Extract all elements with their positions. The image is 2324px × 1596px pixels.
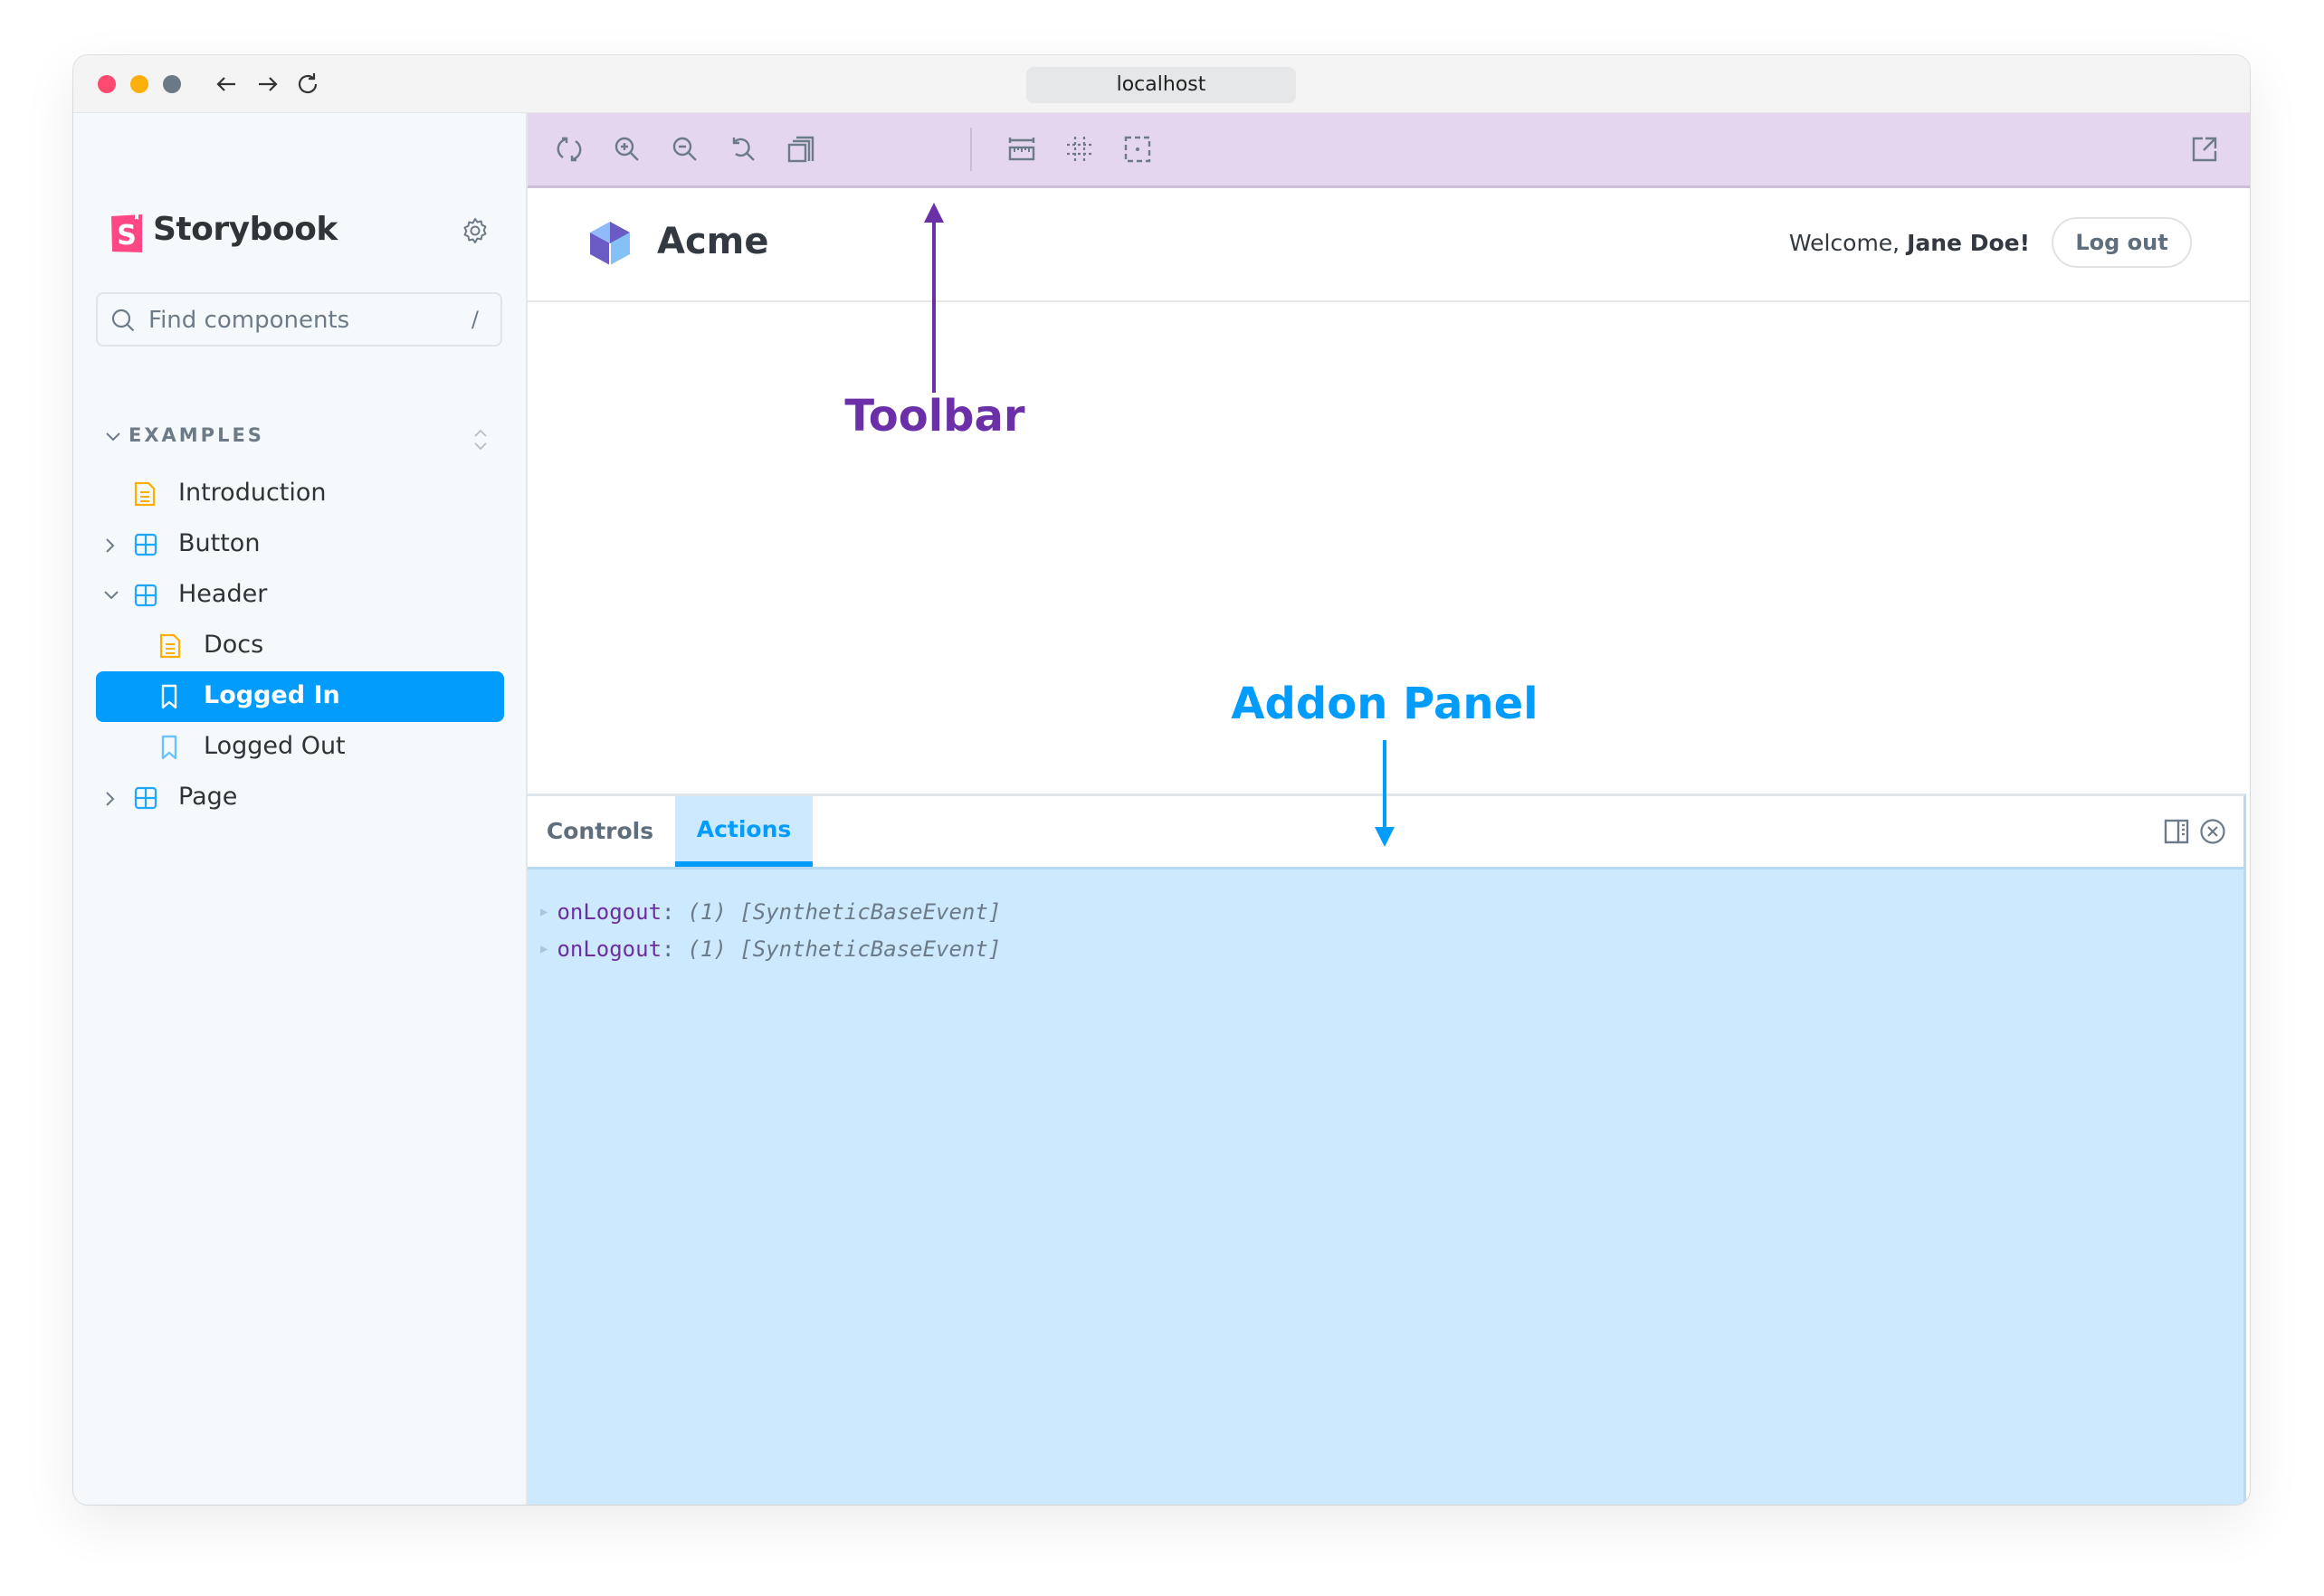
expand-triangle-icon[interactable]: ▶	[540, 905, 548, 919]
back-icon[interactable]	[212, 70, 241, 99]
chevron-right-icon	[106, 538, 115, 553]
acme-cube-logo-icon	[590, 222, 630, 265]
reset-zoom-icon[interactable]	[729, 135, 757, 164]
addon-panel: Controls Actions ▶ onLogout: (1) [Syntheti…	[528, 793, 2246, 1505]
sidebar-item-label: Logged In	[204, 681, 340, 709]
addon-panel-annotation-label: Addon Panel	[1231, 679, 1538, 729]
storybook-logo-icon: S	[111, 214, 142, 252]
viewport-icon[interactable]	[1123, 135, 1152, 164]
search-icon	[111, 309, 135, 332]
browser-titlebar: localhost	[73, 55, 2250, 114]
sidebar-item-label: Page	[178, 783, 238, 811]
background-icon[interactable]	[786, 135, 815, 164]
separator: :	[662, 899, 675, 925]
maximize-window-button[interactable]	[163, 75, 181, 93]
browser-window: localhost S Storybook Find components / …	[73, 55, 2250, 1505]
action-log-row[interactable]: ▶ onLogout: (1) [SyntheticBaseEvent]	[540, 899, 1001, 925]
sidebar-item-logged-in[interactable]: Logged In	[96, 671, 504, 722]
minimize-window-button[interactable]	[130, 75, 148, 93]
acme-header: Acme Welcome, Jane Doe! Log out	[528, 188, 2250, 302]
addon-panel-annotation-arrow-icon	[1375, 740, 1395, 847]
sidebar-item-page[interactable]: Page	[96, 773, 504, 823]
action-name: onLogout	[557, 936, 662, 962]
tab-actions[interactable]: Actions	[675, 796, 813, 867]
svg-text:S: S	[117, 220, 137, 252]
sidebar-item-label: Header	[178, 580, 268, 608]
sidebar-item-label: Button	[178, 529, 261, 557]
search-input[interactable]: Find components /	[96, 292, 502, 347]
chevron-down-icon	[106, 432, 120, 442]
toolbar	[528, 113, 2250, 188]
open-new-tab-icon[interactable]	[2190, 135, 2219, 164]
tab-controls[interactable]: Controls	[528, 796, 672, 867]
forward-icon[interactable]	[253, 70, 282, 99]
chevron-down-icon	[104, 591, 119, 600]
toolbar-annotation-label: Toolbar	[844, 391, 1025, 442]
expand-collapse-all-icon[interactable]	[473, 428, 488, 451]
search-placeholder: Find components	[148, 307, 350, 334]
welcome-message: Welcome, Jane Doe!	[1789, 230, 2030, 256]
action-value: (1) [SyntheticBaseEvent]	[687, 936, 1002, 962]
separator: :	[662, 936, 675, 962]
bookmark-story-icon	[161, 735, 177, 760]
bookmark-story-icon	[161, 684, 177, 709]
zoom-out-icon[interactable]	[671, 135, 700, 164]
sidebar-group-examples[interactable]: EXAMPLES	[96, 421, 502, 457]
zoom-in-icon[interactable]	[613, 135, 642, 164]
brand-name: Storybook	[153, 211, 338, 248]
sidebar-item-button[interactable]: Button	[96, 519, 504, 570]
panel-orientation-icon[interactable]	[2162, 817, 2191, 846]
sidebar-item-header-docs[interactable]: Docs	[96, 621, 504, 671]
settings-gear-icon[interactable]	[461, 216, 490, 245]
reload-icon[interactable]	[293, 70, 322, 99]
sidebar-item-label: Docs	[204, 631, 264, 659]
group-label: EXAMPLES	[129, 424, 264, 446]
log-out-button[interactable]: Log out	[2052, 217, 2192, 268]
app-name: Acme	[657, 221, 769, 262]
sidebar-item-introduction[interactable]: Introduction	[96, 469, 504, 519]
sidebar: S Storybook Find components / EXAMPLES I…	[73, 113, 528, 1505]
sidebar-item-logged-out[interactable]: Logged Out	[96, 722, 504, 773]
toolbar-divider	[970, 128, 972, 171]
action-name: onLogout	[557, 899, 662, 925]
url-bar[interactable]: localhost	[1026, 67, 1296, 103]
toolbar-annotation-arrow-icon	[924, 203, 944, 393]
expand-triangle-icon[interactable]: ▶	[540, 942, 548, 956]
welcome-prefix: Welcome,	[1788, 230, 1908, 256]
sidebar-item-header[interactable]: Header	[96, 570, 504, 621]
action-log-row[interactable]: ▶ onLogout: (1) [SyntheticBaseEvent]	[540, 936, 1001, 962]
search-shortcut-hint: /	[471, 307, 479, 332]
close-window-button[interactable]	[98, 75, 116, 93]
sidebar-item-label: Introduction	[178, 479, 327, 507]
sidebar-item-label: Logged Out	[204, 732, 346, 760]
chevron-right-icon	[106, 792, 115, 806]
close-panel-icon[interactable]	[2198, 817, 2227, 846]
measure-icon[interactable]	[1007, 135, 1036, 164]
grid-outline-icon[interactable]	[1065, 135, 1094, 164]
component-icon	[134, 786, 157, 810]
remount-icon[interactable]	[555, 135, 584, 164]
document-icon	[159, 633, 181, 659]
component-icon	[134, 533, 157, 556]
action-value: (1) [SyntheticBaseEvent]	[687, 899, 1002, 925]
user-name: Jane Doe!	[1907, 230, 2030, 256]
component-icon	[134, 584, 157, 607]
document-icon	[134, 481, 156, 507]
